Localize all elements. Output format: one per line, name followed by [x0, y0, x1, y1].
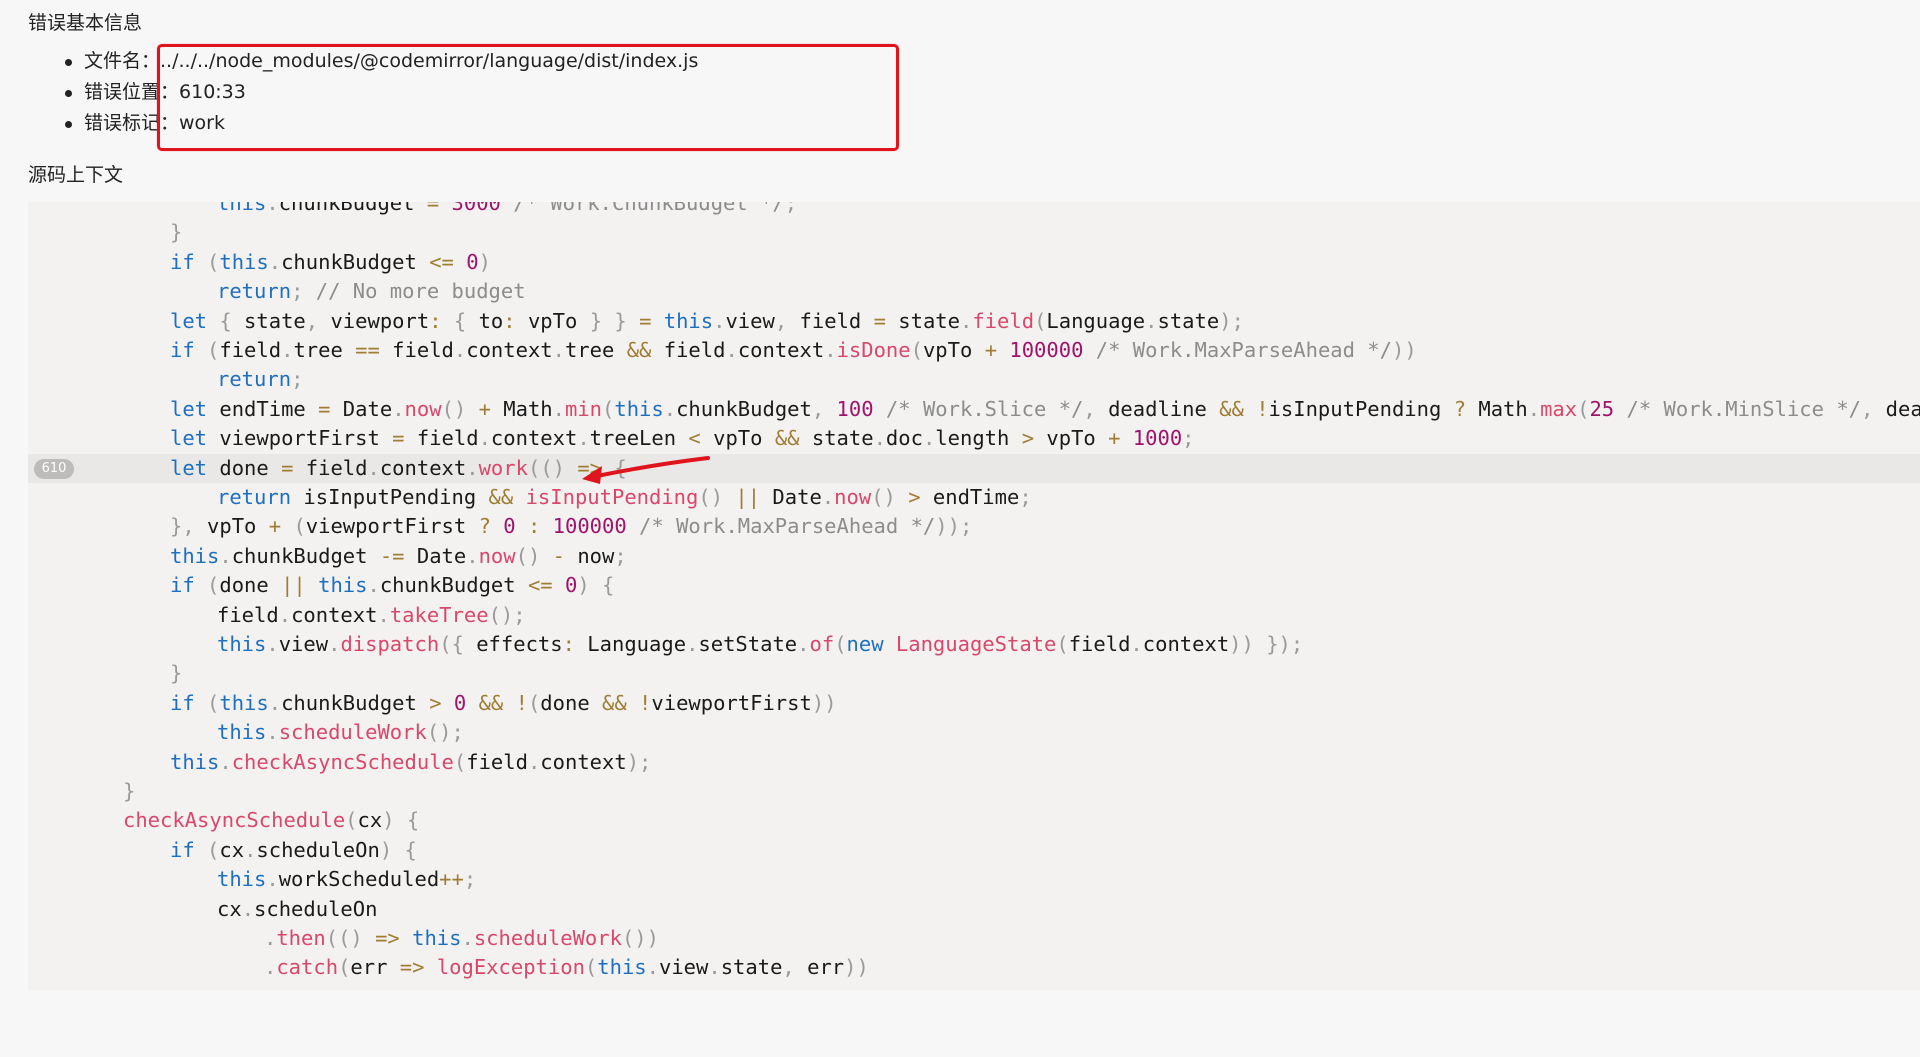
code-line: let endTime = Date.now() + Math.min(this… [28, 395, 1920, 424]
code-line: this.chunkBudget -= Date.now() - now; [28, 542, 1920, 571]
code-line: let { state, viewport: { to: vpTo } } = … [28, 307, 1920, 336]
code-text: .catch(err => logException(this.view.sta… [264, 955, 869, 980]
code-text: this.checkAsyncSchedule(field.context); [170, 749, 652, 774]
code-line: } [28, 218, 1920, 247]
code-line: if (this.chunkBudget > 0 && !(done && !v… [28, 689, 1920, 718]
code-line: this.chunkBudget = 3000 /* Work.ChunkBud… [28, 202, 1920, 218]
code-line: this.workScheduled++; [28, 865, 1920, 894]
code-text: this.scheduleWork(); [217, 720, 464, 745]
code-line: }, vpTo + (viewportFirst ? 0 : 100000 /*… [28, 512, 1920, 541]
code-line: return; // No more budget [28, 277, 1920, 306]
code-text: } [170, 661, 183, 686]
code-text: let { state, viewport: { to: vpTo } } = … [170, 308, 1244, 333]
code-text: if (this.chunkBudget <= 0) [170, 249, 491, 274]
code-text: this.chunkBudget -= Date.now() - now; [170, 543, 627, 568]
code-line: this.view.dispatch({ effects: Language.s… [28, 630, 1920, 659]
code-text: checkAsyncSchedule(cx) { [123, 808, 420, 833]
code-line: if (field.tree == field.context.tree && … [28, 336, 1920, 365]
code-line: } [28, 659, 1920, 688]
code-text: field.context.takeTree(); [217, 602, 526, 627]
code-line: } [28, 777, 1920, 806]
code-line-highlighted: 610 let done = field.context.work(() => { [28, 453, 1920, 483]
code-block[interactable]: this.chunkBudget = 3000 /* Work.ChunkBud… [28, 202, 1920, 990]
code-text: if (cx.scheduleOn) { [170, 837, 417, 862]
code-text: let viewportFirst = field.context.treeLe… [170, 426, 1195, 451]
code-line: return isInputPending && isInputPending(… [28, 483, 1920, 512]
code-line: if (done || this.chunkBudget <= 0) { [28, 571, 1920, 600]
source-context-title: 源码上下文 [28, 164, 124, 186]
red-arrow-icon [582, 456, 710, 484]
code-line: field.context.takeTree(); [28, 601, 1920, 630]
highlight-box [157, 44, 899, 151]
code-text: } [123, 779, 136, 803]
code-text: this.workScheduled++; [217, 867, 477, 892]
code-line: checkAsyncSchedule(cx) { [28, 806, 1920, 835]
error-info-title: 错误基本信息 [28, 12, 143, 34]
code-text: this.chunkBudget = 3000 /* Work.ChunkBud… [217, 202, 798, 215]
code-line: .catch(err => logException(this.view.sta… [28, 953, 1920, 982]
code-text: let endTime = Date.now() + Math.min(this… [170, 396, 1920, 421]
code-text: if (done || this.chunkBudget <= 0) { [170, 573, 615, 598]
code-line: if (cx.scheduleOn) { [28, 836, 1920, 865]
code-text: return; [217, 367, 304, 392]
code-line: return; [28, 365, 1920, 394]
code-text: this.view.dispatch({ effects: Language.s… [217, 632, 1304, 656]
code-text: let done = field.context.work(() => { [170, 455, 627, 480]
code-text: return; // No more budget [217, 279, 526, 304]
code-text: } [170, 220, 183, 245]
file-name-label: 文件名： [84, 50, 161, 72]
code-text: .then(() => this.scheduleWork()) [264, 926, 659, 950]
code-text: }, vpTo + (viewportFirst ? 0 : 100000 /*… [170, 514, 973, 539]
code-text: cx.scheduleOn [217, 896, 378, 921]
code-text: if (this.chunkBudget > 0 && !(done && !v… [170, 690, 837, 715]
code-line: .then(() => this.scheduleWork()) [28, 924, 1920, 953]
line-number-badge: 610 [34, 458, 74, 479]
code-line: this.scheduleWork(); [28, 718, 1920, 747]
code-line: cx.scheduleOn [28, 895, 1920, 924]
code-text: if (field.tree == field.context.tree && … [170, 338, 1417, 362]
code-line: if (this.chunkBudget <= 0) [28, 248, 1920, 277]
code-text: return isInputPending && isInputPending(… [217, 485, 1032, 509]
code-line: this.checkAsyncSchedule(field.context); [28, 748, 1920, 777]
code-line: let viewportFirst = field.context.treeLe… [28, 424, 1920, 453]
